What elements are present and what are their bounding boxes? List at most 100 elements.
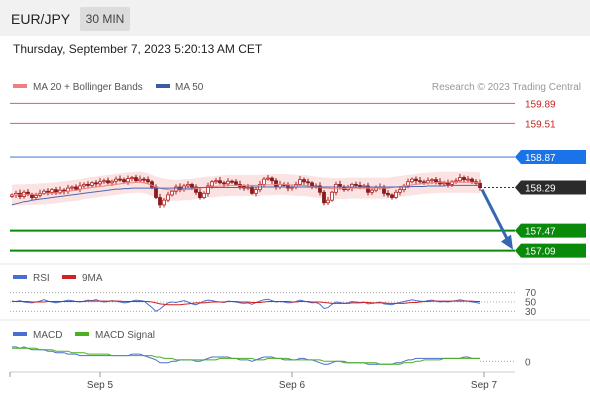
last-price-label: 158.29 bbox=[525, 184, 556, 195]
credit-text: Research © 2023 Trading Central bbox=[432, 82, 581, 93]
macd-legend-swatch bbox=[13, 332, 27, 336]
candle-body bbox=[430, 179, 434, 182]
candle-body bbox=[410, 178, 414, 183]
candle-body bbox=[170, 190, 174, 196]
rsi-legend-label: RSI bbox=[33, 273, 50, 284]
candle-body bbox=[82, 183, 86, 187]
ma50-legend-label: MA 50 bbox=[175, 82, 204, 93]
candle-body bbox=[254, 189, 258, 194]
ma50-legend-swatch bbox=[156, 84, 170, 88]
candle-body bbox=[146, 179, 150, 183]
candle-body bbox=[458, 177, 462, 182]
candle-body bbox=[422, 181, 426, 184]
candle-body bbox=[322, 191, 326, 204]
candle-body bbox=[94, 182, 98, 185]
candle-body bbox=[418, 180, 422, 183]
candle-body bbox=[106, 180, 110, 184]
rsi-legend-swatch bbox=[13, 275, 27, 279]
candle-body bbox=[398, 189, 402, 193]
macd-line bbox=[12, 346, 480, 365]
candle-body bbox=[222, 182, 226, 185]
resistance-label: 159.51 bbox=[525, 119, 556, 130]
candle-body bbox=[214, 180, 218, 183]
candle-body bbox=[426, 180, 430, 184]
rsi-ma-legend-swatch bbox=[62, 275, 76, 279]
candle-body bbox=[354, 183, 358, 186]
candle-body bbox=[90, 182, 94, 186]
candle-body bbox=[62, 189, 66, 192]
candle-body bbox=[138, 178, 142, 182]
candle-body bbox=[434, 179, 438, 183]
candle-body bbox=[442, 182, 446, 185]
candle-body bbox=[46, 190, 50, 193]
forecast-arrow-shaft bbox=[480, 188, 510, 242]
candle-body bbox=[454, 180, 458, 183]
candle-body bbox=[34, 195, 38, 198]
candle-body bbox=[250, 186, 254, 194]
candle-body bbox=[394, 191, 398, 198]
candle-body bbox=[326, 199, 330, 204]
resistance-label: 159.89 bbox=[525, 99, 556, 110]
candle-body bbox=[114, 178, 118, 182]
candle-body bbox=[390, 194, 394, 198]
candle-body bbox=[298, 179, 302, 185]
candle-body bbox=[202, 192, 206, 198]
ma20-legend-label: MA 20 + Bollinger Bands bbox=[33, 82, 143, 93]
candle-body bbox=[230, 180, 234, 183]
candle-body bbox=[110, 180, 114, 184]
candle-body bbox=[302, 179, 306, 183]
candle-body bbox=[470, 178, 474, 183]
candle-body bbox=[226, 180, 230, 185]
candle-body bbox=[270, 177, 274, 182]
support-label: 157.09 bbox=[525, 247, 556, 258]
candle-body bbox=[86, 183, 90, 186]
time-axis: Sep 5 Sep 6 Sep 7 bbox=[9, 372, 498, 391]
support-label: 157.47 bbox=[525, 227, 556, 238]
candle-body bbox=[78, 185, 82, 190]
candle-body bbox=[446, 182, 450, 185]
candle-body bbox=[234, 181, 238, 185]
candle-body bbox=[70, 186, 74, 189]
candle-body bbox=[134, 177, 138, 182]
candle-body bbox=[262, 178, 266, 185]
candle-body bbox=[266, 177, 270, 180]
candle-body bbox=[414, 178, 418, 182]
macd-zero-label: 0 bbox=[525, 357, 531, 368]
macd-legend-label: MACD bbox=[33, 330, 62, 341]
candle-body bbox=[350, 183, 354, 189]
candle-body bbox=[166, 194, 170, 201]
candle-body bbox=[42, 190, 46, 194]
candle-body bbox=[306, 181, 310, 184]
candle-body bbox=[102, 180, 106, 183]
candle-body bbox=[158, 197, 162, 206]
candle-body bbox=[130, 177, 134, 180]
macd-signal-legend-label: MACD Signal bbox=[95, 330, 155, 341]
macd-signal-line bbox=[12, 347, 480, 365]
candle-body bbox=[74, 186, 78, 190]
candle-body bbox=[466, 178, 470, 181]
candle-body bbox=[98, 181, 102, 185]
candle-body bbox=[186, 183, 190, 187]
candle-body bbox=[126, 178, 130, 183]
pivot-label: 158.87 bbox=[525, 153, 556, 164]
candle-body bbox=[274, 180, 278, 188]
time-axis-label: Sep 5 bbox=[87, 380, 114, 391]
time-axis-label: Sep 6 bbox=[279, 380, 306, 391]
chart-canvas[interactable]: MA 20 + Bollinger Bands MA 50 Research ©… bbox=[0, 0, 590, 400]
candle-body bbox=[370, 189, 374, 193]
price-panel bbox=[10, 171, 482, 209]
candle-body bbox=[218, 180, 222, 184]
candle-body bbox=[50, 189, 54, 193]
candle-body bbox=[122, 179, 126, 183]
candle-body bbox=[462, 177, 466, 181]
rsi-ma-legend-label: 9MA bbox=[82, 273, 103, 284]
candle-body bbox=[198, 191, 202, 198]
rsi-panel: 705030 bbox=[10, 288, 537, 318]
candle-body bbox=[162, 199, 166, 206]
rsi-ref-label: 30 bbox=[525, 307, 537, 318]
candle-body bbox=[210, 181, 214, 187]
candle-body bbox=[142, 178, 146, 181]
candle-body bbox=[118, 178, 122, 181]
macd-signal-legend-swatch bbox=[75, 332, 89, 336]
candle-body bbox=[190, 183, 194, 188]
